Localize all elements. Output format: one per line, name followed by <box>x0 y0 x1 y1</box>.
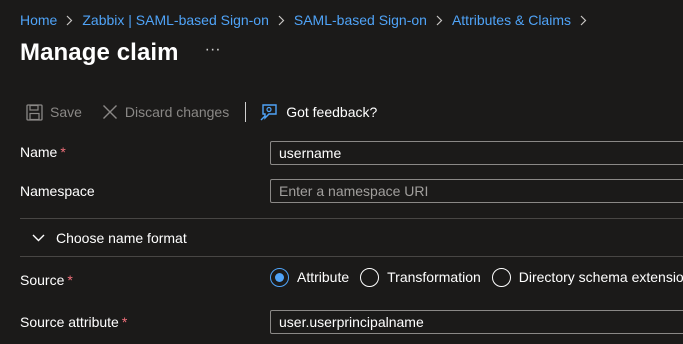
source-option-attribute[interactable]: Attribute <box>270 267 350 287</box>
feedback-icon <box>260 103 279 121</box>
discard-changes-button[interactable]: Discard changes <box>102 104 229 120</box>
source-radio-group: Attribute Transformation Directory schem… <box>270 266 683 288</box>
source-option-label: Directory schema extension <box>518 269 683 285</box>
radio-unselected-icon <box>491 267 511 287</box>
source-option-label: Attribute <box>297 269 350 285</box>
namespace-input[interactable] <box>270 179 683 203</box>
chevron-right-icon <box>436 15 443 26</box>
toolbar-divider <box>245 102 247 122</box>
choose-name-format-toggle[interactable]: Choose name format <box>32 228 187 248</box>
chevron-down-icon <box>32 234 45 242</box>
breadcrumb-saml-sign-on[interactable]: SAML-based Sign-on <box>294 12 427 28</box>
radio-unselected-icon <box>360 267 380 287</box>
name-label: Name * <box>20 144 66 160</box>
breadcrumb-attributes-claims[interactable]: Attributes & Claims <box>452 12 571 28</box>
breadcrumb-home[interactable]: Home <box>20 12 57 28</box>
required-marker: * <box>60 144 66 160</box>
source-attribute-label: Source attribute * <box>20 314 127 330</box>
discard-changes-label: Discard changes <box>124 104 230 120</box>
close-icon <box>102 104 118 120</box>
namespace-label-text: Namespace <box>20 183 95 199</box>
source-label-text: Source <box>20 272 65 288</box>
chevron-right-icon <box>278 15 285 26</box>
chevron-right-icon <box>580 15 587 26</box>
required-marker: * <box>121 314 128 330</box>
breadcrumb: Home Zabbix | SAML-based Sign-on SAML-ba… <box>20 10 596 30</box>
source-attribute-input[interactable] <box>270 310 683 334</box>
save-label: Save <box>50 104 82 120</box>
radio-selected-icon <box>270 267 289 287</box>
breadcrumb-app[interactable]: Zabbix | SAML-based Sign-on <box>82 12 269 28</box>
command-bar: Save Discard changes Got feedback? <box>26 100 377 124</box>
section-divider <box>20 218 683 219</box>
choose-name-format-label: Choose name format <box>56 230 187 246</box>
source-option-directory-schema-extension[interactable]: Directory schema extension <box>491 267 683 287</box>
source-option-label: Transformation <box>387 269 481 285</box>
title-row: Manage claim ··· <box>20 36 221 70</box>
save-icon <box>26 103 43 121</box>
more-options-button[interactable]: ··· <box>205 42 221 58</box>
namespace-label: Namespace <box>20 183 95 199</box>
save-button[interactable]: Save <box>26 103 82 121</box>
required-marker: * <box>67 272 73 288</box>
name-label-text: Name <box>20 144 58 160</box>
name-input[interactable] <box>270 141 683 165</box>
feedback-label: Got feedback? <box>286 104 378 120</box>
source-option-transformation[interactable]: Transformation <box>360 267 481 287</box>
page-title: Manage claim <box>20 39 179 66</box>
source-label: Source * <box>20 272 73 288</box>
feedback-button[interactable]: Got feedback? <box>260 103 377 121</box>
section-divider <box>20 256 683 257</box>
chevron-right-icon <box>66 15 73 26</box>
source-attribute-label-text: Source attribute <box>20 314 119 330</box>
